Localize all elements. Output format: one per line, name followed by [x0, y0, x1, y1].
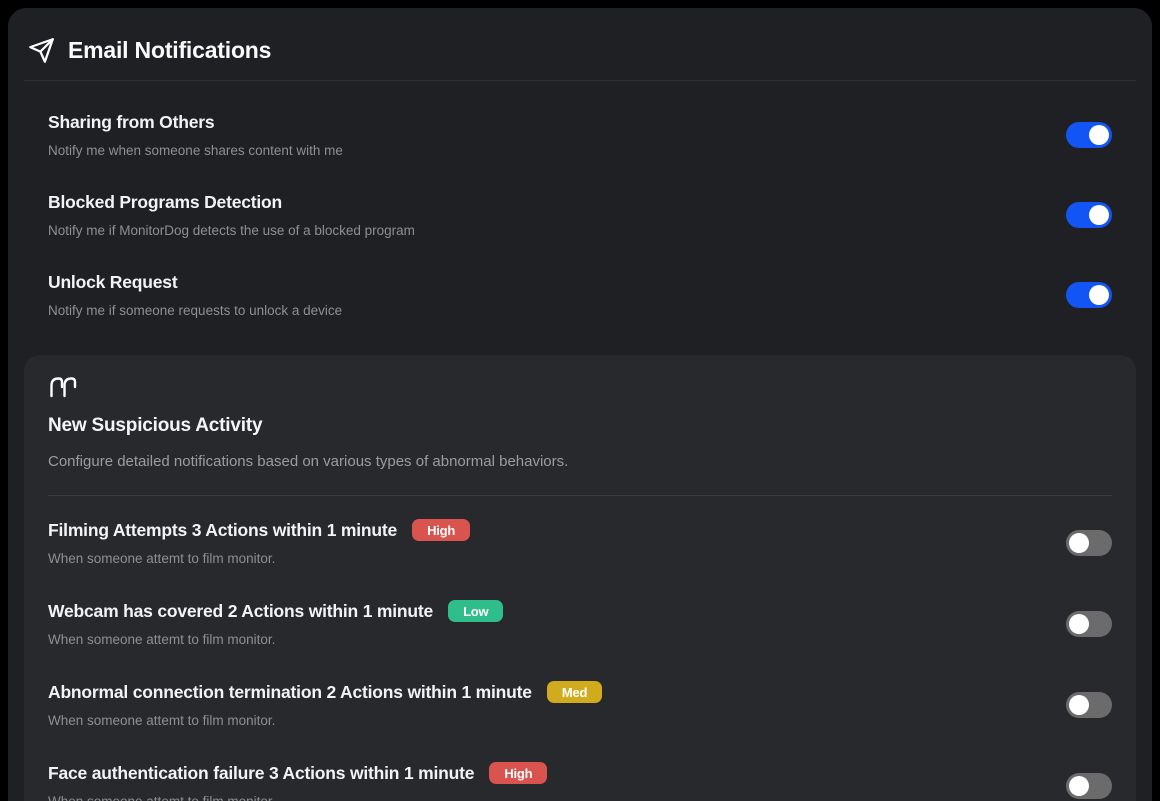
toggle-blocked-programs[interactable] [1066, 202, 1112, 228]
toggle-knob [1069, 533, 1089, 553]
email-notifications-panel: Email Notifications Sharing from Others … [8, 8, 1152, 801]
setting-row-blocked-programs: Blocked Programs Detection Notify me if … [48, 175, 1112, 255]
activity-title: Face authentication failure 3 Actions wi… [48, 762, 547, 784]
setting-title: Blocked Programs Detection [48, 192, 415, 213]
activity-row-webcam-covered: Webcam has covered 2 Actions within 1 mi… [48, 583, 1112, 664]
suspicious-activity-card: New Suspicious Activity Configure detail… [24, 355, 1136, 801]
activity-description: When someone attemt to film monitor. [48, 713, 602, 728]
toggle-knob [1069, 695, 1089, 715]
setting-text: Unlock Request Notify me if someone requ… [48, 272, 342, 318]
toggle-webcam-covered[interactable] [1066, 611, 1112, 637]
severity-badge: Med [547, 681, 602, 703]
general-notification-settings: Sharing from Others Notify me when someo… [24, 95, 1136, 335]
panel-header: Email Notifications [24, 28, 1136, 72]
setting-title: Sharing from Others [48, 112, 343, 133]
toggle-face-auth-failure[interactable] [1066, 773, 1112, 799]
activity-title-label: Webcam has covered 2 Actions within 1 mi… [48, 601, 433, 622]
toggle-unlock-request[interactable] [1066, 282, 1112, 308]
activity-text: Webcam has covered 2 Actions within 1 mi… [48, 600, 503, 647]
setting-text: Blocked Programs Detection Notify me if … [48, 192, 415, 238]
card-title: New Suspicious Activity [48, 415, 1112, 437]
activity-row-abnormal-connection: Abnormal connection termination 2 Action… [48, 664, 1112, 745]
severity-badge: Low [448, 600, 503, 622]
activity-description: When someone attemt to film monitor. [48, 632, 503, 647]
quote-icon [48, 375, 78, 400]
card-description: Configure detailed notifications based o… [48, 453, 1112, 470]
toggle-abnormal-connection[interactable] [1066, 692, 1112, 718]
setting-description: Notify me when someone shares content wi… [48, 143, 343, 158]
toggle-knob [1089, 285, 1109, 305]
activity-description: When someone attemt to film monitor. [48, 794, 547, 801]
setting-text: Sharing from Others Notify me when someo… [48, 112, 343, 158]
activity-text: Filming Attempts 3 Actions within 1 minu… [48, 519, 470, 566]
activity-title-label: Abnormal connection termination 2 Action… [48, 682, 532, 703]
toggle-knob [1089, 125, 1109, 145]
setting-description: Notify me if MonitorDog detects the use … [48, 223, 415, 238]
activity-text: Abnormal connection termination 2 Action… [48, 681, 602, 728]
activity-row-face-auth-failure: Face authentication failure 3 Actions wi… [48, 745, 1112, 801]
activity-title: Webcam has covered 2 Actions within 1 mi… [48, 600, 503, 622]
toggle-filming-attempts[interactable] [1066, 530, 1112, 556]
header-divider [24, 80, 1136, 81]
toggle-knob [1069, 614, 1089, 634]
activity-text: Face authentication failure 3 Actions wi… [48, 762, 547, 801]
activity-title: Abnormal connection termination 2 Action… [48, 681, 602, 703]
setting-row-sharing-from-others: Sharing from Others Notify me when someo… [48, 95, 1112, 175]
activity-description: When someone attemt to film monitor. [48, 551, 470, 566]
activity-title-label: Face authentication failure 3 Actions wi… [48, 763, 474, 784]
severity-badge: High [489, 762, 547, 784]
card-divider [48, 495, 1112, 496]
setting-description: Notify me if someone requests to unlock … [48, 303, 342, 318]
activity-row-filming-attempts: Filming Attempts 3 Actions within 1 minu… [48, 502, 1112, 583]
suspicious-activity-list: Filming Attempts 3 Actions within 1 minu… [48, 502, 1112, 801]
severity-badge: High [412, 519, 470, 541]
page-title: Email Notifications [68, 37, 271, 64]
setting-row-unlock-request: Unlock Request Notify me if someone requ… [48, 255, 1112, 335]
toggle-knob [1069, 776, 1089, 796]
setting-title: Unlock Request [48, 272, 342, 293]
toggle-sharing-from-others[interactable] [1066, 122, 1112, 148]
activity-title: Filming Attempts 3 Actions within 1 minu… [48, 519, 470, 541]
send-icon [28, 37, 55, 64]
activity-title-label: Filming Attempts 3 Actions within 1 minu… [48, 520, 397, 541]
toggle-knob [1089, 205, 1109, 225]
